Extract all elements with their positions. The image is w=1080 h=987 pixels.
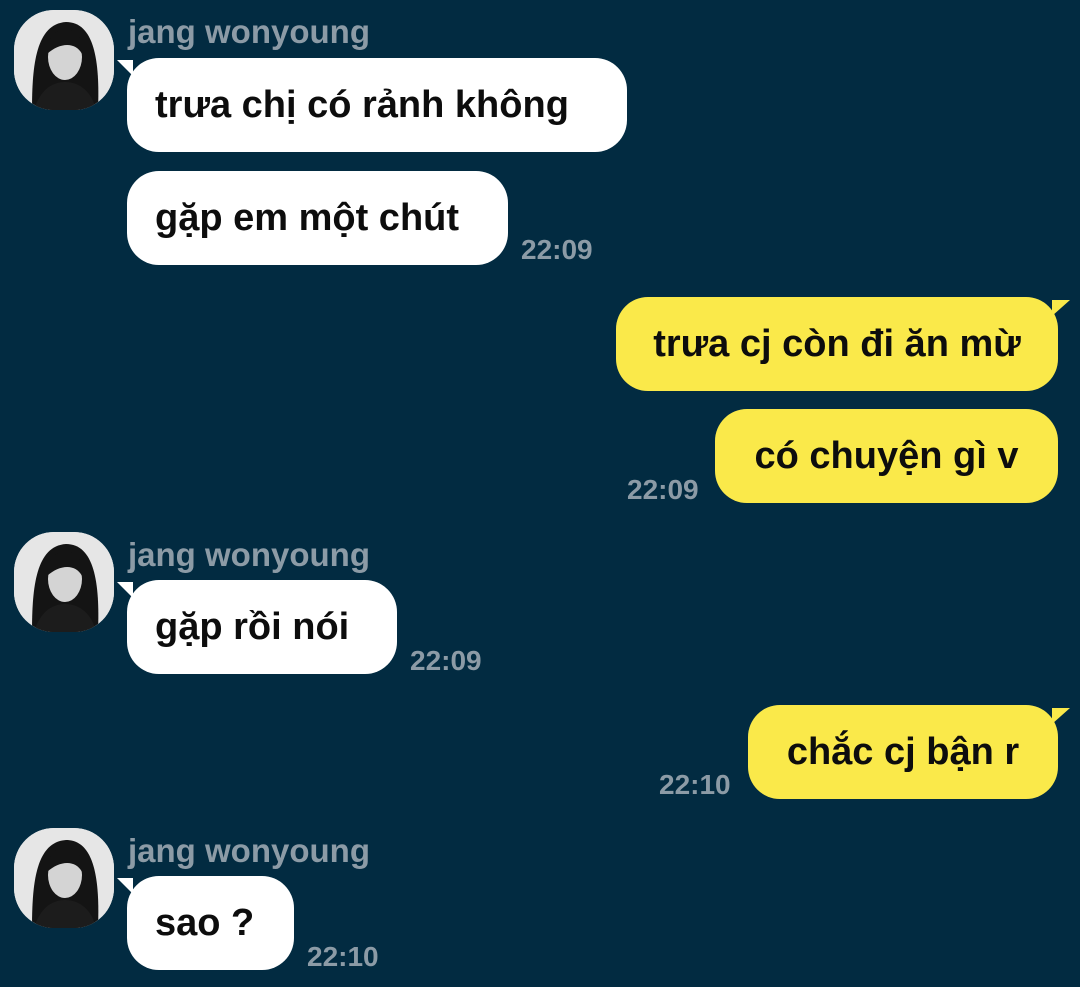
outgoing-message-bubble[interactable]: có chuyện gì v <box>715 409 1058 503</box>
avatar-photo-icon <box>14 828 114 928</box>
message-text: có chuyện gì v <box>754 434 1019 477</box>
contact-avatar[interactable] <box>14 10 114 110</box>
message-text: chắc cj bận r <box>786 730 1020 773</box>
incoming-message-bubble[interactable]: trưa chị có rảnh không <box>127 58 627 152</box>
message-text: sao ? <box>155 901 255 944</box>
contact-avatar[interactable] <box>14 532 114 632</box>
avatar-photo-icon <box>14 10 114 110</box>
message-text: trưa cj còn đi ăn mừ <box>653 322 1021 365</box>
contact-avatar[interactable] <box>14 828 114 928</box>
message-text: trưa chị có rảnh không <box>155 83 569 126</box>
chat-message-list[interactable]: jang wonyoung trưa chị có rảnh không gặp… <box>0 0 1080 987</box>
sender-name: jang wonyoung <box>128 536 370 573</box>
incoming-message-bubble[interactable]: sao ? <box>127 876 294 970</box>
bubble-tail <box>1052 708 1070 724</box>
sender-name: jang wonyoung <box>128 832 370 869</box>
message-timestamp: 22:09 <box>521 234 593 265</box>
message-timestamp: 22:09 <box>627 474 699 505</box>
message-timestamp: 22:10 <box>659 769 731 800</box>
incoming-message-bubble[interactable]: gặp em một chút <box>127 171 508 265</box>
message-timestamp: 22:09 <box>410 645 482 676</box>
sender-name: jang wonyoung <box>128 13 370 50</box>
bubble-tail <box>1052 300 1070 316</box>
message-text: gặp rồi nói <box>155 605 350 648</box>
message-text: gặp em một chút <box>155 196 460 239</box>
outgoing-message-bubble[interactable]: trưa cj còn đi ăn mừ <box>616 297 1058 391</box>
incoming-message-bubble[interactable]: gặp rồi nói <box>127 580 397 674</box>
outgoing-message-bubble[interactable]: chắc cj bận r <box>748 705 1058 799</box>
message-timestamp: 22:10 <box>307 941 379 972</box>
avatar-photo-icon <box>14 532 114 632</box>
